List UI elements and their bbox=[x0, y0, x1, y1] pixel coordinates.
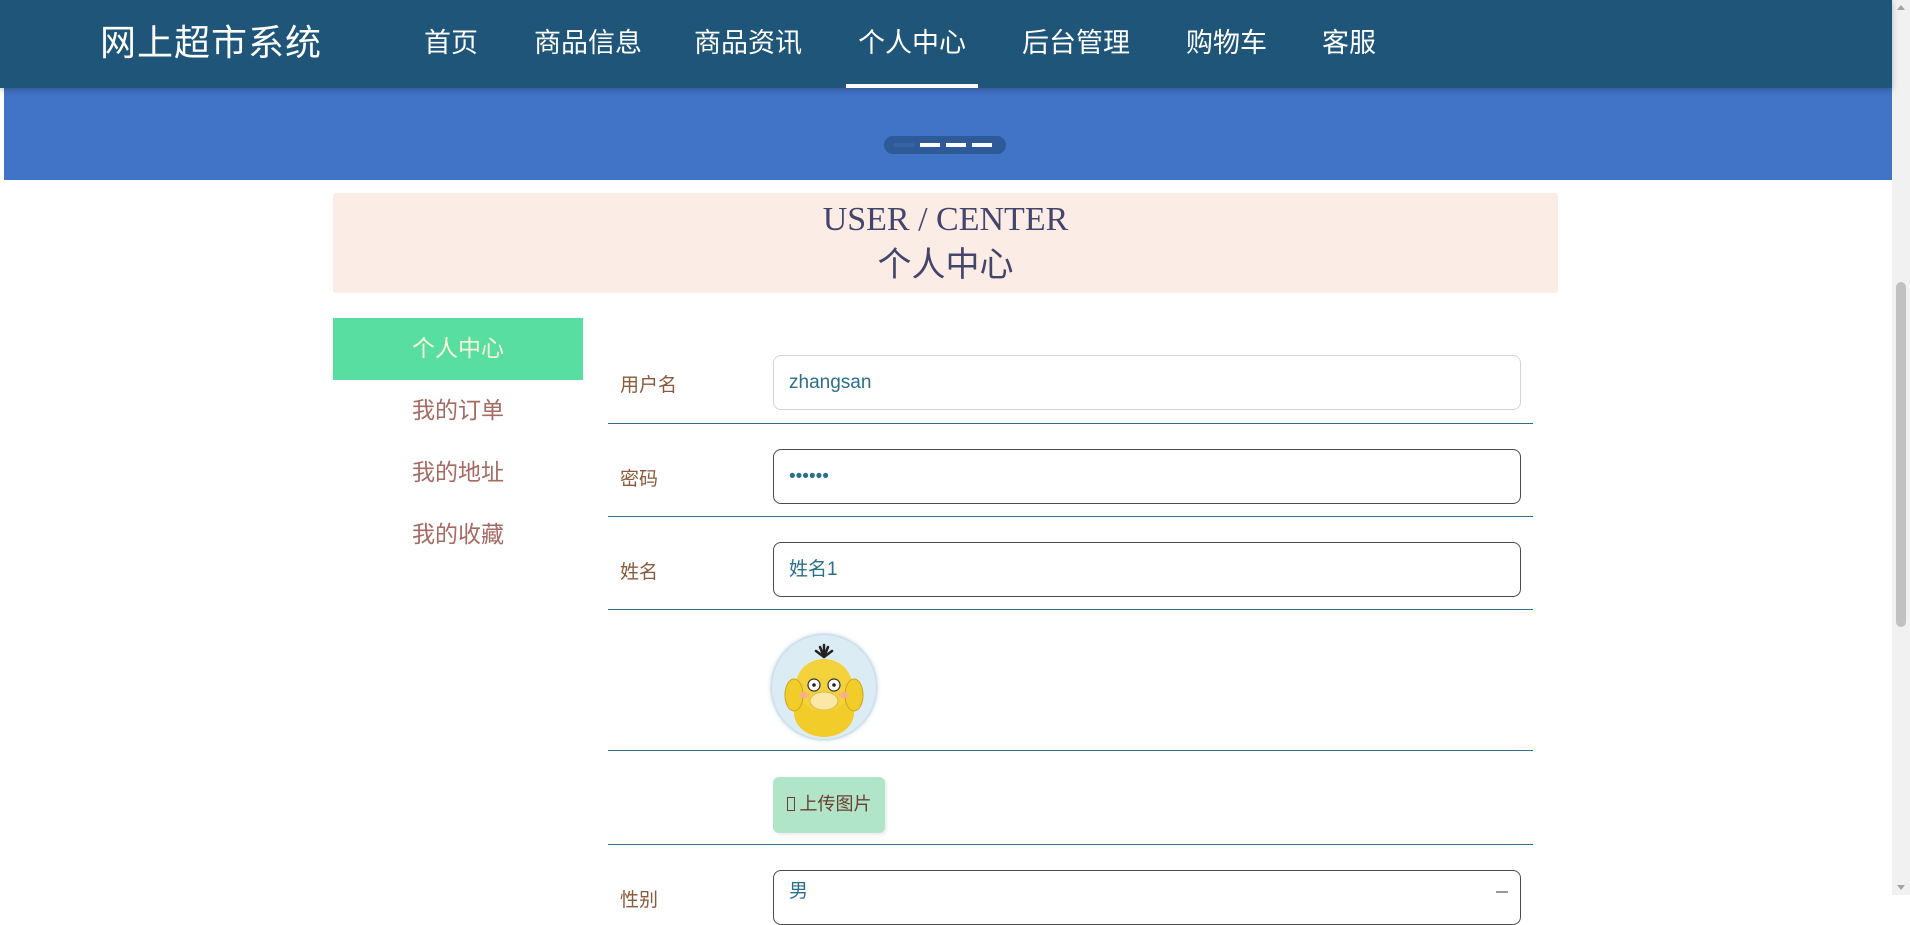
nav-cart[interactable]: 购物车 bbox=[1186, 0, 1267, 88]
section-title-cn: 个人中心 bbox=[877, 247, 1014, 284]
nav-news[interactable]: 商品资讯 bbox=[694, 0, 802, 88]
sidebar-item-orders[interactable]: 我的订单 bbox=[333, 380, 583, 442]
duck-avatar-icon bbox=[772, 635, 876, 739]
form-row-username: 用户名 zhangsan bbox=[608, 330, 1533, 424]
form-row-password: 密码 •••••• bbox=[608, 424, 1533, 517]
nav-user-center[interactable]: 个人中心 bbox=[846, 0, 978, 88]
chevron-down-icon bbox=[1496, 891, 1508, 893]
username-label: 用户名 bbox=[620, 374, 678, 396]
scroll-down-arrow-icon[interactable] bbox=[1897, 885, 1905, 890]
page-scrollbar[interactable] bbox=[1892, 0, 1910, 895]
password-label: 密码 bbox=[620, 468, 659, 490]
nav-home[interactable]: 首页 bbox=[424, 0, 478, 88]
gender-select[interactable]: 男 bbox=[773, 870, 1521, 925]
sidebar-item-user-center[interactable]: 个人中心 bbox=[333, 318, 583, 380]
upload-image-button[interactable]: 上传图片 bbox=[773, 777, 885, 833]
upload-icon bbox=[786, 797, 795, 811]
carousel-indicators bbox=[884, 136, 1006, 154]
username-input[interactable]: zhangsan bbox=[773, 355, 1521, 410]
nav-admin[interactable]: 后台管理 bbox=[1022, 0, 1130, 88]
avatar-image[interactable] bbox=[772, 635, 876, 739]
gender-select-value: 男 bbox=[789, 880, 809, 902]
section-title-en: USER / CENTER bbox=[822, 201, 1069, 238]
banner-carousel bbox=[4, 88, 1892, 180]
carousel-dot-1[interactable] bbox=[894, 143, 914, 147]
form-row-avatar bbox=[608, 610, 1533, 751]
name-input[interactable]: 姓名1 bbox=[773, 542, 1521, 597]
nav-service[interactable]: 客服 bbox=[1322, 0, 1376, 88]
section-header: USER / CENTER 个人中心 bbox=[333, 193, 1558, 293]
brand-title[interactable]: 网上超市系统 bbox=[100, 20, 322, 68]
sidebar-item-favorites[interactable]: 我的收藏 bbox=[333, 504, 583, 566]
sidebar-item-address[interactable]: 我的地址 bbox=[333, 442, 583, 504]
carousel-dot-4[interactable] bbox=[972, 143, 992, 147]
form-row-upload bbox=[608, 751, 1533, 845]
top-navbar: 网上超市系统 首页 商品信息 商品资讯 个人中心 后台管理 购物车 客服 bbox=[0, 0, 1892, 88]
gender-label: 性别 bbox=[620, 889, 659, 911]
upload-button-label: 上传图片 bbox=[799, 794, 872, 815]
nav-products[interactable]: 商品信息 bbox=[534, 0, 642, 88]
carousel-dot-3[interactable] bbox=[946, 143, 966, 147]
form-row-name: 姓名 姓名1 bbox=[608, 517, 1533, 610]
scroll-up-arrow-icon[interactable] bbox=[1897, 5, 1905, 10]
carousel-dot-2[interactable] bbox=[920, 143, 940, 147]
password-input[interactable]: •••••• bbox=[773, 449, 1521, 504]
name-label: 姓名 bbox=[620, 561, 659, 583]
scroll-thumb[interactable] bbox=[1896, 282, 1906, 627]
